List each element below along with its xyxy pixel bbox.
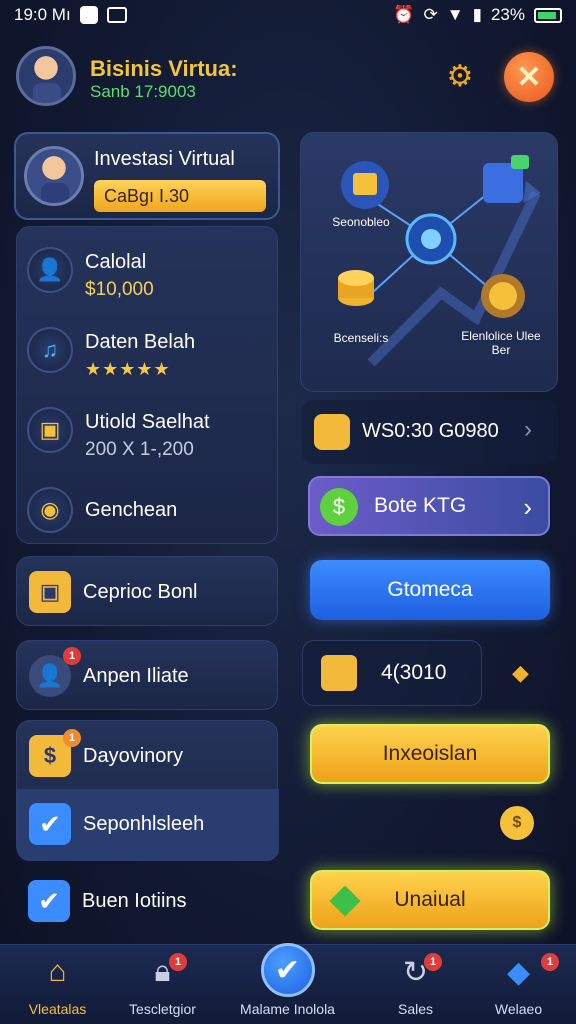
stat-label: Utiold Saelhat [85, 411, 210, 433]
network-label: Elenlolice Ulee Ber [461, 329, 541, 357]
network-label: Seonobleo [332, 215, 390, 229]
invest-button[interactable]: Inxeoislan [310, 724, 550, 784]
bottom-nav: ⌂ Vleatalas 🔒︎ 1 Tescletgior ✔ Malame In… [0, 943, 576, 1024]
rating-stars: ★★★★★ [85, 359, 171, 379]
list-item-label: Dayovinory [83, 745, 184, 767]
gear-icon[interactable]: ⚙ [440, 56, 480, 96]
profile-card[interactable]: Investasi Virtual CaBgı I.30 [14, 132, 280, 220]
profile-title: Investasi Virtual [94, 148, 235, 170]
checkbox-icon: ✔ [28, 880, 70, 922]
list-item-label: Buen Iotiins [82, 890, 187, 912]
value-box-text: 4(3010 [381, 661, 447, 684]
notification-icon [79, 6, 98, 24]
coin-icon: $ [500, 806, 534, 840]
stat-row-rating[interactable]: ♫ Daten Belah ★★★★★ [27, 317, 277, 387]
nav-label: Welaeo [494, 1001, 543, 1017]
stat-row-units[interactable]: ▣ Utiold Saelhat 200 X 1-,200 [27, 397, 277, 467]
balance-row[interactable]: WS0:30 G0980 › [302, 400, 558, 464]
list-item[interactable]: 👤 1 Anpen Iliate [16, 640, 278, 710]
avatar-icon: 👤 [27, 247, 73, 293]
stats-panel: 👤 Calolal $10,000 ♫ Daten Belah ★★★★★ ▣ … [16, 226, 278, 544]
signal-icon: ▮ [472, 5, 482, 24]
network-diagram-card: Seonobleo Bcenseli:s Elenlolice Ulee Ber [300, 132, 558, 392]
stat-row-capital[interactable]: 👤 Calolal $10,000 [27, 237, 277, 307]
document-icon [321, 655, 357, 691]
network-label: Bcenseli:s [333, 331, 389, 345]
list-item[interactable]: $ 1 Dayovinory [17, 721, 279, 791]
avatar[interactable] [16, 46, 76, 106]
value-box-row: 4(3010 ◆ [302, 640, 558, 706]
notification-badge: 1 [63, 729, 81, 747]
nav-item-welaeo[interactable]: ◆ 1 Welaeo [461, 945, 576, 1024]
value-box[interactable]: 4(3010 [302, 640, 482, 706]
battery-percent: 23% [490, 5, 525, 24]
notification-badge: 1 [169, 953, 187, 971]
chevron-right-icon: › [524, 416, 532, 443]
battery-icon [534, 7, 562, 23]
stat-label: Genchean [85, 499, 178, 521]
header: Bisinis Virtua: Sanb 17:9003 ⚙ ✕ [16, 44, 560, 110]
sync-icon: ⟳ [423, 5, 438, 24]
music-icon: ♫ [27, 327, 73, 373]
nav-item-description[interactable]: 🔒︎ 1 Tescletgior [105, 945, 220, 1024]
bote-button-label: Bote KTG [374, 494, 467, 517]
list-group: $ 1 Dayovinory ✔ Seponhlsleeh [16, 720, 279, 861]
alarm-icon: ⏰ [393, 5, 415, 24]
stat-value: 200 X 1-,200 [85, 439, 194, 460]
stat-value: $10,000 [85, 279, 154, 300]
status-bar: 19:0 Mı ⏰ ⟳ ▼ ▮ 23% [0, 0, 576, 30]
nav-item-sales[interactable]: ↻ 1 Sales [358, 945, 473, 1024]
notification-badge: 1 [424, 953, 442, 971]
nav-label: Tescletgior [129, 1001, 196, 1017]
notification-badge: 1 [63, 647, 81, 665]
bote-button[interactable]: $ Bote KTG › [308, 476, 550, 536]
list-item[interactable]: ▣ Ceprioc Bonl [16, 556, 278, 626]
unaiual-button-label: Unaiual [394, 888, 466, 911]
check-icon: ✔ [260, 943, 315, 997]
unaiual-button[interactable]: Unaiual [310, 870, 550, 930]
coin-box[interactable]: $ [476, 796, 552, 852]
status-time: 19:0 Mı [14, 5, 71, 24]
balance-text: WS0:30 G0980 [362, 420, 499, 442]
briefcase-icon: ▣ [29, 571, 71, 613]
close-button[interactable]: ✕ [504, 52, 554, 102]
list-item[interactable]: ✔ Seponhlsleeh [17, 789, 279, 861]
fish-icon: ◆ [506, 956, 531, 989]
list-item-label: Anpen Iliate [83, 665, 189, 687]
nav-item-home[interactable]: ⌂ Vleatalas [0, 945, 115, 1024]
list-item-label: Ceprioc Bonl [83, 581, 198, 603]
wifi-icon: ▼ [446, 5, 464, 24]
stat-label: Calolal [85, 251, 147, 273]
profile-avatar [24, 146, 84, 206]
nav-label: Malame Inolola [240, 1001, 335, 1017]
diamond-icon [329, 885, 361, 917]
app-subtitle: Sanb 17:9003 [90, 82, 196, 101]
image-icon [106, 7, 127, 23]
gtomeca-button[interactable]: Gtomeca [310, 560, 550, 620]
dollar-icon: $ [320, 488, 358, 526]
profile-badge[interactable]: CaBgı I.30 [94, 180, 266, 212]
nav-item-center[interactable]: ✔ Malame Inolola [230, 943, 345, 1024]
notification-badge: 1 [541, 953, 559, 971]
chevron-right-icon: › [523, 492, 532, 522]
home-icon: ⌂ [48, 955, 67, 988]
wallet-icon: ◉ [27, 487, 73, 533]
stat-row-wallet[interactable]: ◉ Genchean [27, 477, 277, 547]
app-title: Bisinis Virtua: [90, 56, 238, 81]
list-item[interactable]: ✔ Buen Iotiins [16, 866, 278, 936]
checkbox-icon: ✔ [29, 803, 71, 845]
diamond-icon[interactable]: ◆ [512, 660, 529, 686]
nav-label: Sales [397, 1001, 434, 1017]
coin-icon: ▣ [27, 407, 73, 453]
stat-label: Daten Belah [85, 331, 196, 353]
nav-label: Vleatalas [28, 1001, 87, 1017]
lock-icon [314, 414, 350, 450]
list-item-label: Seponhlsleeh [83, 813, 205, 835]
